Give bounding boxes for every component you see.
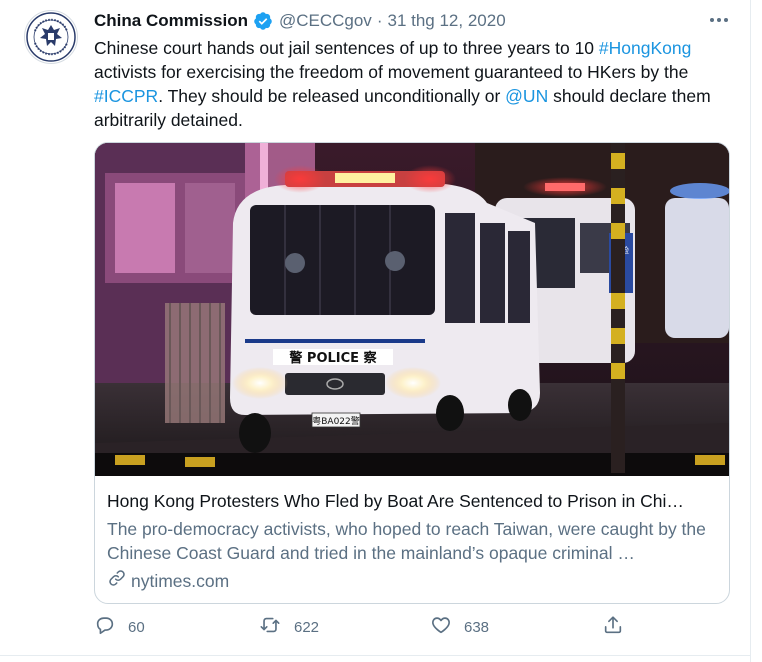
tweet-text-part: Chinese court hands out jail sentences o… [94,38,599,58]
verified-badge-icon [253,11,273,31]
share-button[interactable] [602,614,636,640]
tweet-text-part: activists for exercising the freedom of … [94,62,689,82]
like-button[interactable]: 638 [430,614,489,640]
card-domain-text: nytimes.com [131,571,230,591]
tweet[interactable]: China Commission @CECCgov · 31 thg 12, 2… [0,0,751,662]
hashtag-iccpr-link[interactable]: #ICCPR [94,86,158,106]
card-description: The pro-democracy activists, who hoped t… [107,519,706,563]
like-count: 638 [464,618,490,636]
tweet-date[interactable]: 31 thg 12, 2020 [387,11,505,31]
more-icon[interactable] [708,10,730,35]
license-plate-text: 粤BA022警 [312,415,360,427]
article-photo[interactable]: 危险 [95,143,729,476]
commission-seal-icon [26,12,76,62]
retweet-count: 622 [294,618,320,636]
separator-dot: · [376,11,383,30]
tweet-divider [0,655,750,656]
card-title[interactable]: Hong Kong Protesters Who Fled by Boat Ar… [107,489,719,513]
van-police-label: 警 POLICE 察 [289,350,377,366]
tweet-text: Chinese court hands out jail sentences o… [94,36,734,132]
author-handle[interactable]: @CECCgov [279,11,372,31]
avatar[interactable] [24,10,78,64]
reply-button[interactable]: 60 [94,614,145,640]
share-icon [602,614,636,640]
link-icon [107,568,131,594]
retweet-button[interactable]: 622 [258,614,319,640]
mention-un-link[interactable]: @UN [505,86,548,106]
retweet-icon [258,614,294,640]
card-body: Hong Kong Protesters Who Fled by Boat Ar… [107,489,719,594]
card-domain[interactable]: nytimes.com [107,568,719,594]
police-van-photo: 危险 [95,143,729,476]
tweet-text-part: . They should be released unconditionall… [158,86,506,106]
link-card[interactable]: 危险 [94,142,730,604]
author-name[interactable]: China Commission [94,11,248,31]
tweet-actions: 60 622 638 [94,614,634,642]
tweet-header: China Commission @CECCgov · 31 thg 12, 2… [94,8,730,34]
reply-count: 60 [128,618,145,636]
hashtag-hongkong-link[interactable]: #HongKong [599,38,691,58]
reply-icon [94,614,128,640]
heart-icon [430,614,464,640]
